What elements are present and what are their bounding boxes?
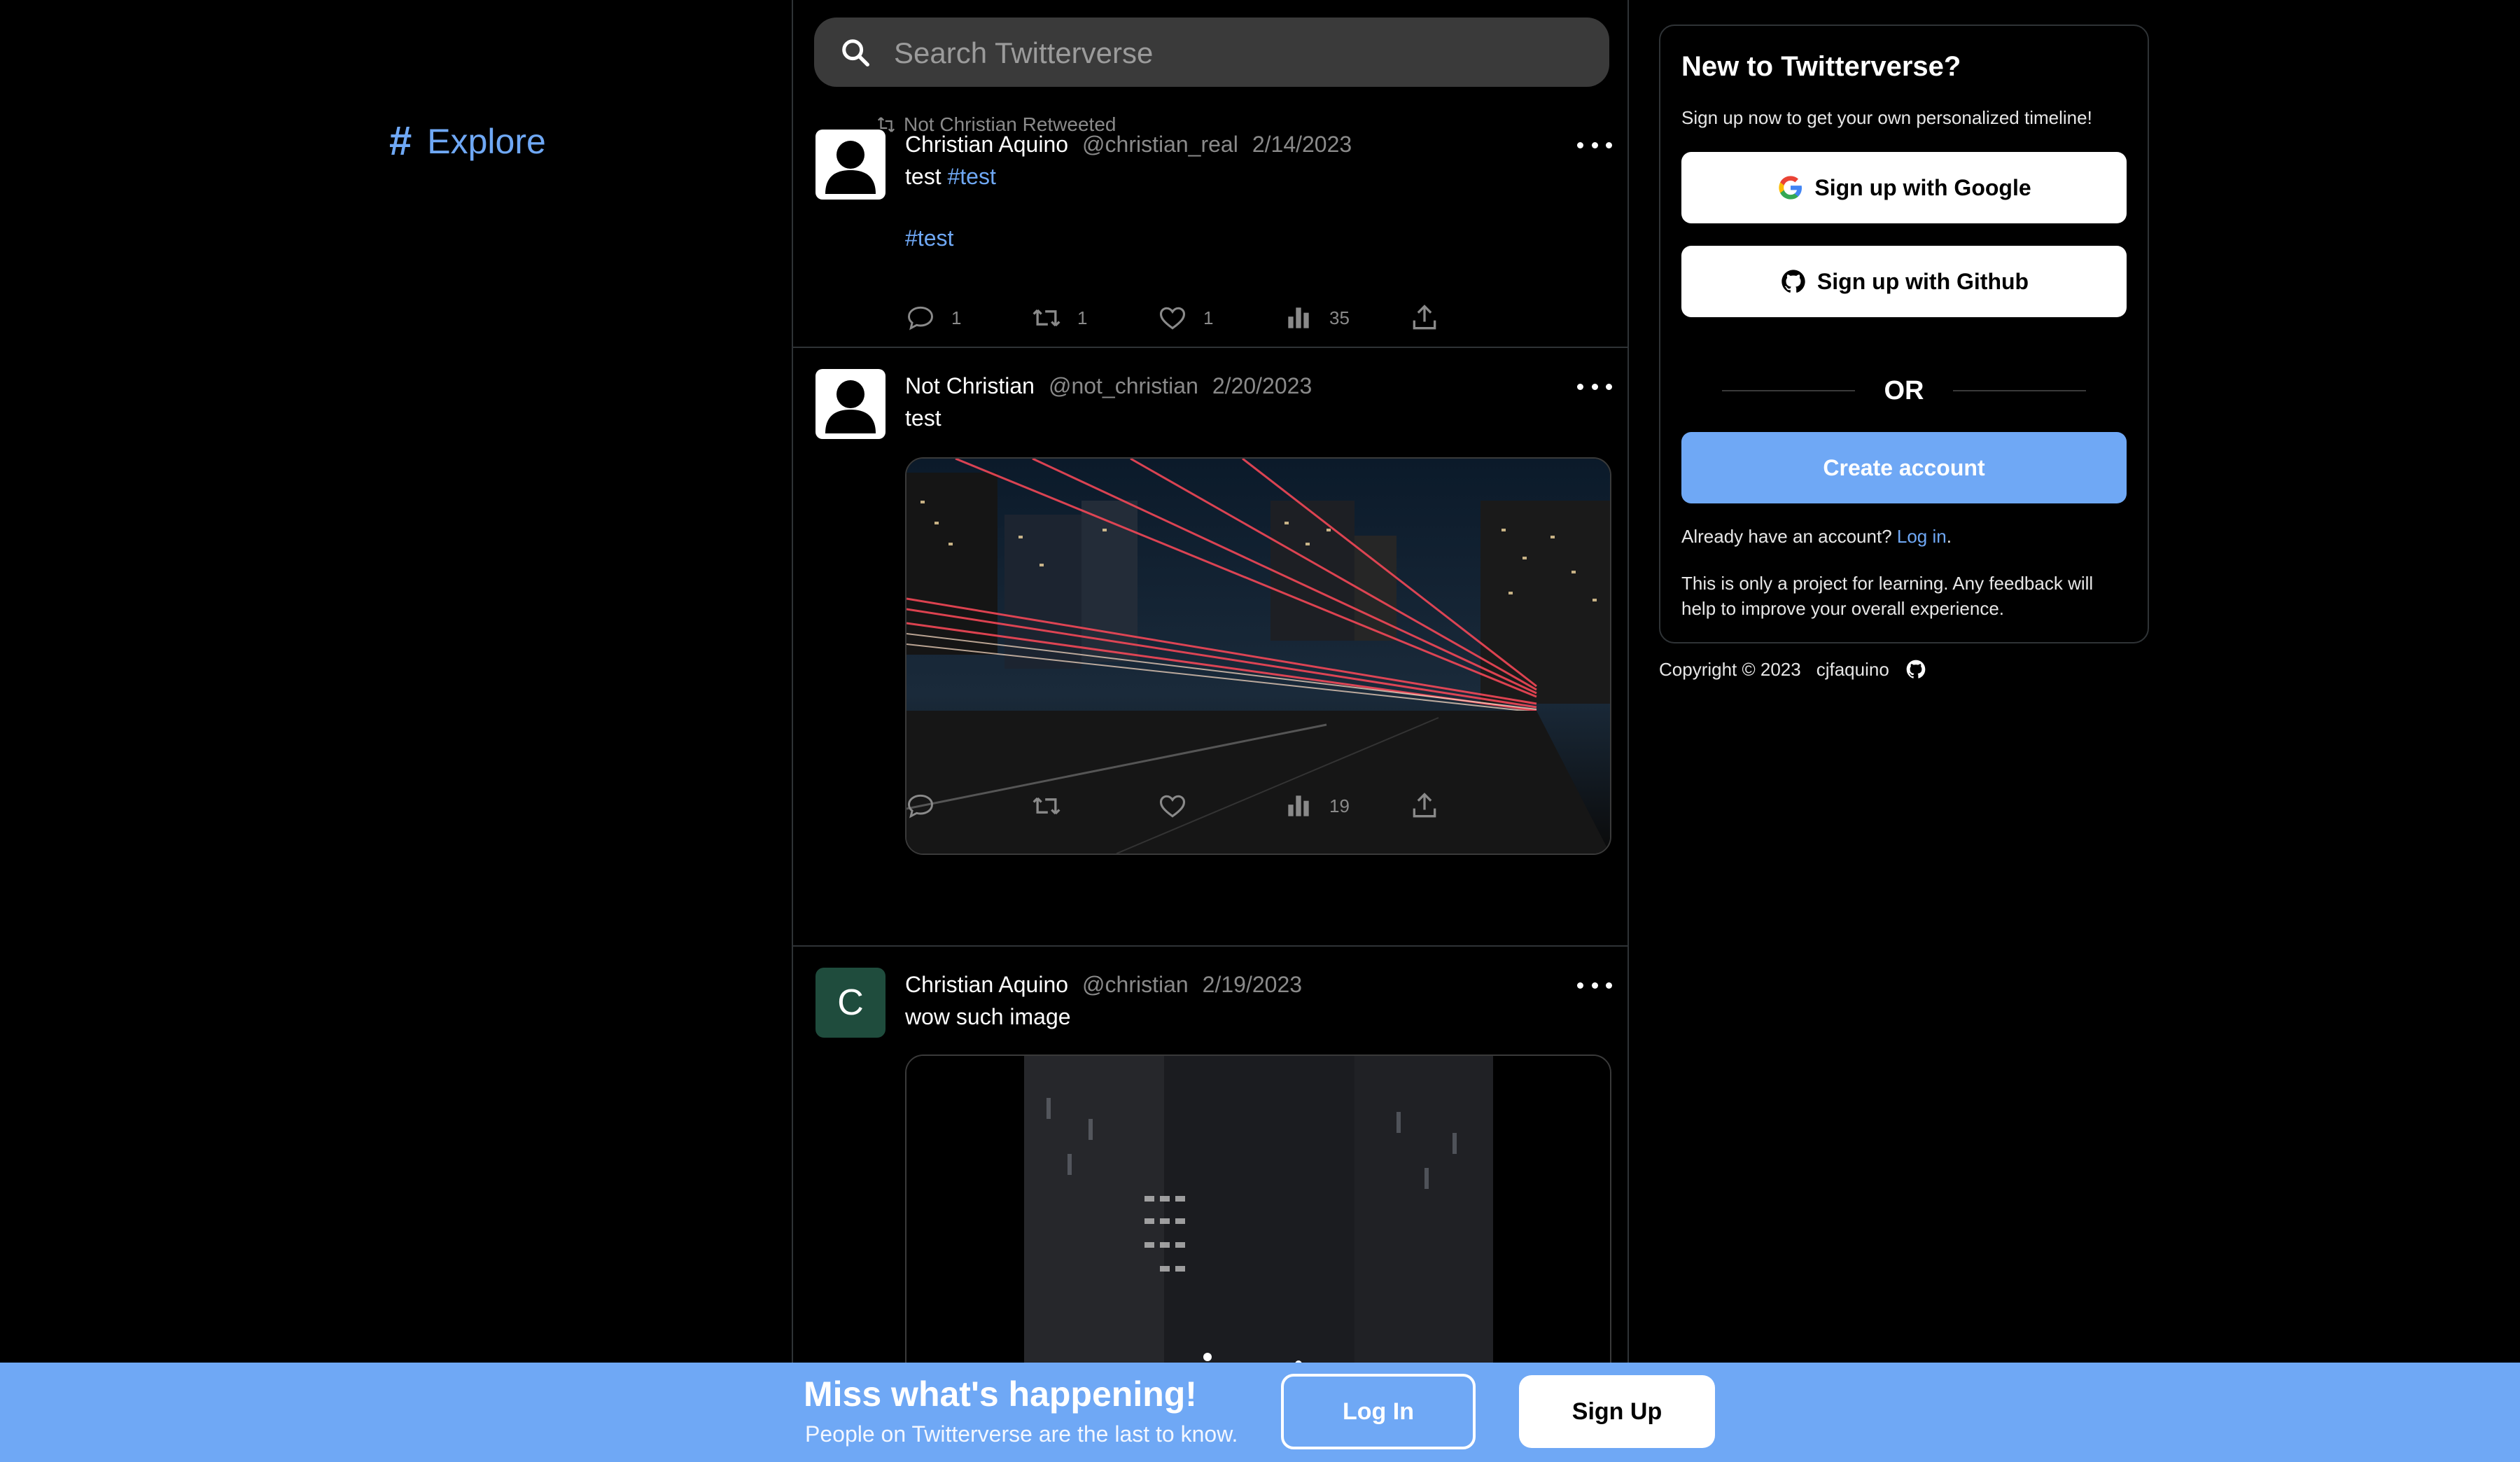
tweet-item[interactable]: Not Christian Retweeted Christian Aquino… (793, 105, 1628, 348)
reply-button[interactable] (905, 791, 936, 821)
share-button[interactable] (1409, 302, 1440, 333)
retweet-icon (1032, 309, 1060, 327)
divider-line (1953, 390, 2086, 391)
like-button[interactable]: 1 (1157, 302, 1213, 333)
like-count: 1 (1203, 307, 1214, 328)
views-count: 19 (1329, 795, 1350, 816)
search-bar (814, 18, 1609, 88)
hashtag-icon: # (389, 118, 412, 164)
divider-line (1722, 390, 1855, 391)
tweet-actions: 1 1 1 35 (905, 302, 1535, 336)
like-button[interactable] (1157, 791, 1188, 821)
tweet-hashtag-link[interactable]: #test (947, 164, 995, 189)
tweet-header: Not Christian @not_christian 2/20/2023 (905, 373, 1312, 399)
signup-google-button[interactable]: Sign up with Google (1681, 152, 2127, 223)
retweet-button[interactable]: 1 (1031, 302, 1087, 333)
github-icon[interactable] (1905, 658, 1927, 681)
or-label: OR (1884, 375, 1924, 405)
search-icon (842, 39, 869, 67)
retweet-button[interactable] (1031, 791, 1062, 821)
reply-button[interactable]: 1 (905, 302, 961, 333)
google-icon (1779, 176, 1802, 200)
signup-github-label: Sign up with Github (1816, 268, 2029, 294)
tweet-author-handle[interactable]: @christian_real (1082, 132, 1238, 158)
create-account-button[interactable]: Create account (1681, 432, 2127, 503)
heart-icon (1159, 795, 1186, 818)
tweet-header: Christian Aquino @christian_real 2/14/20… (905, 132, 1352, 158)
footer-copyright: Copyright © 2023 cjfaquino (1659, 658, 1927, 681)
banner-subtitle: People on Twitterverse are the last to k… (805, 1421, 1238, 1447)
views-icon (1288, 795, 1309, 816)
signup-google-label: Sign up with Google (1814, 174, 2031, 200)
avatar[interactable]: C (816, 968, 886, 1038)
login-link[interactable]: Log in (1897, 526, 1947, 547)
author-link[interactable]: cjfaquino (1816, 659, 1889, 681)
already-text: Already have an account? (1681, 526, 1892, 547)
nav-explore-label: Explore (427, 121, 546, 161)
tweet-item[interactable]: Not Christian @not_christian 2/20/2023 t… (793, 348, 1628, 947)
tweet-author-handle[interactable]: @not_christian (1049, 373, 1198, 399)
views-button[interactable]: 35 (1283, 302, 1350, 333)
or-divider: OR (1722, 373, 2086, 408)
default-avatar-icon (825, 380, 876, 433)
learning-note: This is only a project for learning. Any… (1681, 573, 2094, 619)
reply-icon (908, 794, 933, 819)
tweet-author-name[interactable]: Christian Aquino (905, 972, 1068, 998)
heart-icon (1159, 307, 1186, 330)
github-icon (1782, 270, 1805, 293)
tweet-header: Christian Aquino @christian 2/19/2023 (905, 972, 1302, 998)
reply-icon (908, 306, 933, 330)
views-icon (1288, 307, 1309, 328)
tweet-date: 2/14/2023 (1252, 132, 1352, 157)
reply-count: 1 (951, 307, 962, 328)
share-icon (1413, 305, 1436, 330)
search-input[interactable] (892, 18, 1581, 88)
banner-title: Miss what's happening! (804, 1374, 1197, 1414)
views-count: 35 (1329, 307, 1350, 328)
panel-title: New to Twitterverse? (1681, 51, 1961, 82)
copyright-text: Copyright © 2023 (1659, 658, 1801, 680)
tweet-hashtag-link[interactable]: #test (905, 225, 953, 251)
timeline-column: Not Christian Retweeted Christian Aquino… (792, 0, 1629, 1462)
tweet-author-name[interactable]: Christian Aquino (905, 132, 1068, 158)
tweet-author-name[interactable]: Not Christian (905, 373, 1035, 399)
banner-signup-button[interactable]: Sign Up (1519, 1375, 1715, 1448)
more-options-icon[interactable] (1577, 376, 1612, 397)
tweet-author-handle[interactable]: @christian (1082, 972, 1189, 998)
tweet-date: 2/20/2023 (1212, 373, 1312, 398)
share-button[interactable] (1409, 791, 1440, 821)
tweet-date: 2/19/2023 (1202, 972, 1303, 997)
bottom-banner: Miss what's happening! People on Twitter… (0, 1363, 2520, 1462)
views-button[interactable]: 19 (1283, 791, 1350, 821)
avatar[interactable] (816, 369, 886, 439)
share-icon (1413, 793, 1436, 818)
retweet-count: 1 (1077, 307, 1088, 328)
default-avatar-icon (825, 141, 876, 194)
panel-subtitle: Sign up now to get your own personalized… (1681, 107, 2092, 128)
tweet-actions: 19 (905, 791, 1535, 824)
tweet-body: test (905, 164, 941, 189)
tweet-text: test (905, 405, 941, 431)
already-suffix: . (1946, 526, 1952, 547)
signup-github-button[interactable]: Sign up with Github (1681, 246, 2127, 317)
already-have-account: Already have an account? Log in. (1681, 526, 1952, 548)
more-options-icon[interactable] (1577, 975, 1612, 996)
nav-explore-link[interactable]: # Explore (389, 118, 546, 165)
signup-panel: New to Twitterverse? Sign up now to get … (1659, 25, 2149, 643)
banner-login-button[interactable]: Log In (1281, 1374, 1476, 1449)
retweet-icon (1032, 797, 1060, 815)
avatar[interactable] (816, 130, 886, 200)
more-options-icon[interactable] (1577, 134, 1612, 155)
tweet-text: wow such image (905, 1004, 1071, 1029)
tweet-text: test #test (905, 164, 996, 190)
